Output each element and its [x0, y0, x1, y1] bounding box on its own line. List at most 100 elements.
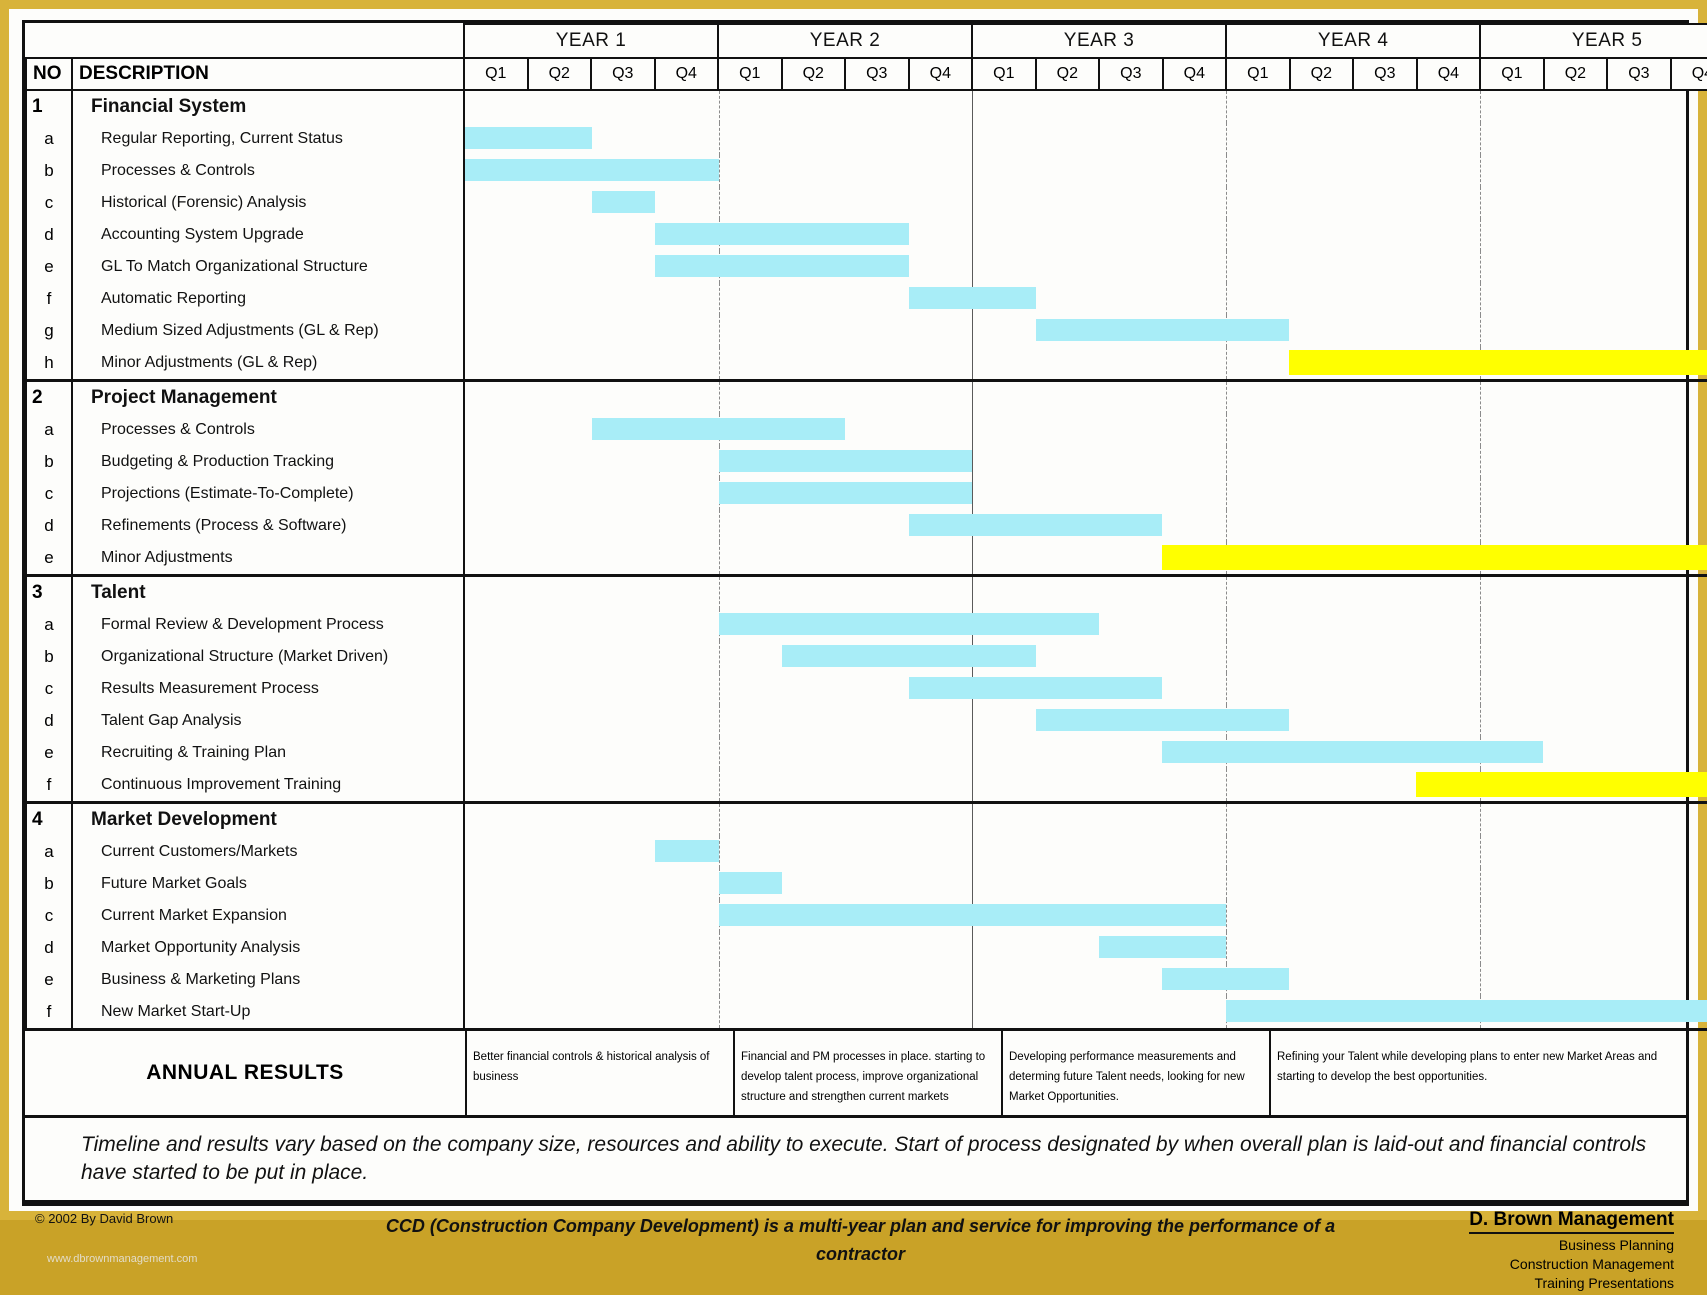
year-divider-line	[1225, 641, 1228, 673]
year-divider-line	[972, 446, 974, 478]
column-header-description: DESCRIPTION	[71, 57, 465, 91]
year-divider-line	[972, 251, 974, 283]
year-divider-line	[972, 315, 974, 347]
quarter-header: Q1	[971, 57, 1037, 91]
year-divider-line	[1479, 932, 1482, 964]
task-description: Minor Adjustments	[72, 542, 465, 577]
year-divider-line	[718, 347, 721, 379]
year-divider-line	[1225, 414, 1228, 446]
table-row[interactable]: f Automatic Reporting	[25, 283, 1707, 315]
year-divider-line	[972, 478, 974, 510]
gantt-cell	[464, 900, 1707, 932]
year-divider-line	[972, 964, 974, 996]
gantt-cell	[464, 251, 1707, 283]
task-description: Refinements (Process & Software)	[72, 510, 465, 542]
quarter-header: Q4	[653, 57, 720, 91]
year-divider-line	[718, 641, 721, 673]
year-divider-line	[1479, 123, 1482, 155]
gantt-cell	[464, 219, 1707, 251]
year-divider-line	[1479, 414, 1482, 446]
gantt-cell	[464, 574, 1707, 609]
table-row[interactable]: d Accounting System Upgrade	[25, 219, 1707, 251]
table-row[interactable]: c Results Measurement Process	[25, 673, 1707, 705]
table-row[interactable]: d Talent Gap Analysis	[25, 705, 1707, 737]
annual-results-row: ANNUAL RESULTS Better financial controls…	[25, 1031, 1686, 1118]
gantt-bar	[1416, 772, 1707, 797]
year-divider-line	[1479, 836, 1482, 868]
task-description: New Market Start-Up	[72, 996, 465, 1031]
task-description: Medium Sized Adjustments (GL & Rep)	[72, 315, 465, 347]
bar-track	[465, 900, 1707, 932]
quarter-header: Q2	[526, 57, 592, 91]
gantt-cell	[464, 705, 1707, 737]
gantt-bar	[1099, 936, 1226, 958]
year-divider-line	[972, 219, 974, 251]
year-divider-line	[972, 382, 974, 414]
table-row[interactable]: b Budgeting & Production Tracking	[25, 446, 1707, 478]
bar-track	[465, 91, 1707, 123]
gantt-bar	[908, 514, 1163, 536]
task-number: c	[25, 478, 73, 510]
table-row[interactable]: c Projections (Estimate-To-Complete)	[25, 478, 1707, 510]
table-row[interactable]: a Current Customers/Markets	[25, 836, 1707, 868]
year-divider-line	[1225, 836, 1228, 868]
bar-track	[465, 836, 1707, 868]
section-name: Project Management	[72, 379, 465, 414]
table-row[interactable]: e Business & Marketing Plans	[25, 964, 1707, 996]
quarter-header: Q2	[1288, 57, 1355, 91]
table-row[interactable]: g Medium Sized Adjustments (GL & Rep)	[25, 315, 1707, 347]
table-row[interactable]: e GL To Match Organizational Structure	[25, 251, 1707, 283]
year-divider-line	[1225, 577, 1228, 609]
gantt-cell	[464, 187, 1707, 219]
quarter-header: Q4	[1669, 57, 1707, 91]
year-divider-line	[1479, 315, 1482, 347]
table-row[interactable]: h Minor Adjustments (GL & Rep)	[25, 347, 1707, 382]
gantt-bar	[1162, 741, 1543, 763]
quarter-header: Q4	[1161, 57, 1228, 91]
gantt-bar	[465, 159, 719, 181]
year-divider-line	[972, 347, 974, 379]
year-divider-line	[972, 836, 974, 868]
table-row[interactable]: d Market Opportunity Analysis	[25, 932, 1707, 964]
table-row[interactable]: a Regular Reporting, Current Status	[25, 123, 1707, 155]
annual-results-year4: Refining your Talent while developing pl…	[1270, 1031, 1686, 1118]
table-row[interactable]: b Organizational Structure (Market Driven…	[25, 641, 1707, 673]
table-row[interactable]: c Current Market Expansion	[25, 900, 1707, 932]
gantt-cell	[464, 641, 1707, 673]
year-divider-line	[972, 769, 974, 801]
table-row[interactable]: b Future Market Goals	[25, 868, 1707, 900]
year-divider-line	[1479, 478, 1482, 510]
year-divider-line	[1225, 187, 1228, 219]
year-divider-line	[1225, 251, 1228, 283]
table-row[interactable]: a Formal Review & Development Process	[25, 609, 1707, 641]
section-header-row: 1 Financial System	[25, 90, 1707, 123]
table-row[interactable]: b Processes & Controls	[25, 155, 1707, 187]
table-row[interactable]: c Historical (Forensic) Analysis	[25, 187, 1707, 219]
spacer-no	[26, 24, 72, 58]
year-divider-line	[1225, 219, 1228, 251]
table-row[interactable]: e Minor Adjustments	[25, 542, 1707, 577]
gantt-cell	[464, 836, 1707, 868]
bar-track	[465, 577, 1707, 609]
year-divider-line	[1225, 347, 1228, 379]
task-description: Current Market Expansion	[72, 900, 465, 932]
table-row[interactable]: a Processes & Controls	[25, 414, 1707, 446]
table-row[interactable]: f New Market Start-Up	[25, 996, 1707, 1031]
annual-results-year2: Financial and PM processes in place. sta…	[734, 1031, 1003, 1118]
year-divider-line	[972, 187, 974, 219]
year-divider-line	[718, 705, 721, 737]
table-row[interactable]: d Refinements (Process & Software)	[25, 510, 1707, 542]
bar-track	[465, 414, 1707, 446]
year-divider-line	[1225, 446, 1228, 478]
section-name: Talent	[72, 574, 465, 609]
year-divider-line	[1479, 187, 1482, 219]
annual-results-year1: Better financial controls & historical a…	[466, 1031, 735, 1118]
table-row[interactable]: e Recruiting & Training Plan	[25, 737, 1707, 769]
task-number: a	[25, 836, 73, 868]
gantt-cell	[464, 478, 1707, 510]
table-row[interactable]: f Continuous Improvement Training	[25, 769, 1707, 804]
year-divider-line	[1479, 382, 1482, 414]
year-divider-line	[1225, 932, 1228, 964]
year-divider-line	[718, 836, 721, 868]
year-divider-line	[1479, 577, 1482, 609]
